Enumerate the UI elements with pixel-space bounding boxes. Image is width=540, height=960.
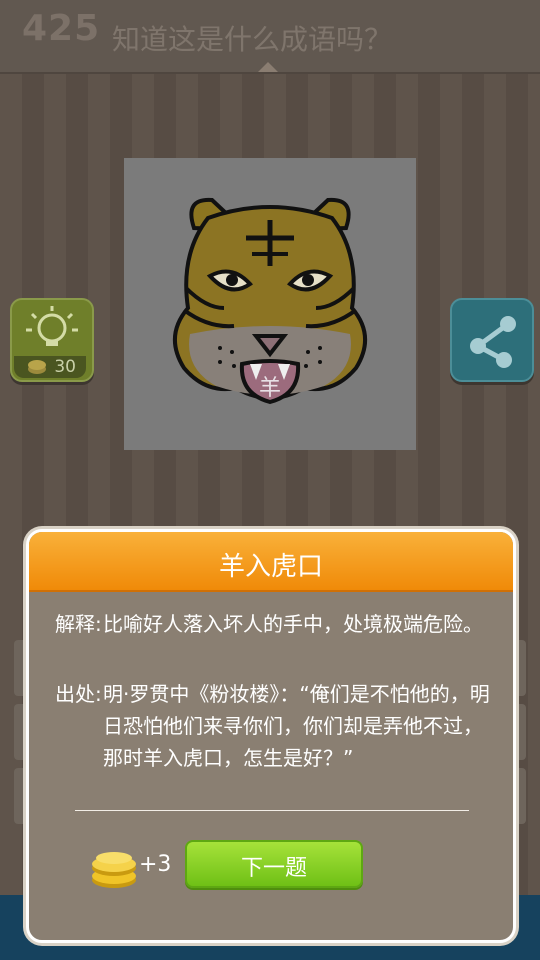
top-bar: 425 知道这是什么成语吗？ bbox=[0, 0, 540, 74]
coin-stack-icon bbox=[92, 852, 136, 888]
idiom-title: 羊入虎口 bbox=[218, 552, 323, 582]
dialog-header: 羊入虎口 bbox=[29, 532, 513, 592]
hint-cost-bar: 30 bbox=[14, 356, 86, 378]
explanation-text: 比喻好人落入坏人的手中，处境极端危险。 bbox=[103, 612, 483, 636]
puzzle-image: 羊 bbox=[124, 158, 416, 450]
share-icon bbox=[470, 316, 516, 368]
explanation-label: 解释: bbox=[55, 612, 102, 636]
next-question-button[interactable]: 下一题 bbox=[185, 840, 363, 888]
source-label: 出处: bbox=[55, 682, 102, 706]
notch-indicator bbox=[258, 62, 278, 72]
explanation-row: 解释: 比喻好人落入坏人的手中，处境极端危险。 bbox=[55, 608, 495, 672]
divider bbox=[75, 810, 469, 811]
question-text: 知道这是什么成语吗？ bbox=[112, 23, 393, 56]
next-question-label: 下一题 bbox=[240, 856, 307, 881]
share-button[interactable] bbox=[450, 298, 534, 382]
lightbulb-icon bbox=[26, 306, 78, 346]
tiger-face-icon: 羊 bbox=[172, 197, 368, 405]
hint-cost-value: 30 bbox=[54, 357, 76, 377]
coin-icon bbox=[28, 360, 46, 374]
hint-button[interactable]: 30 bbox=[10, 298, 94, 382]
source-row: 出处: 明·罗贯中《粉妆楼》：“俺们是不怕他的，明日恐怕他们来寻你们，你们却是弄… bbox=[55, 678, 495, 806]
source-text: 明·罗贯中《粉妆楼》：“俺们是不怕他的，明日恐怕他们来寻你们，你们却是弄他不过，… bbox=[103, 682, 490, 770]
answer-dialog: 羊入虎口 解释: 比喻好人落入坏人的手中，处境极端危险。 出处: 明·罗贯中《粉… bbox=[26, 529, 516, 943]
coin-reward: +3 bbox=[139, 852, 172, 877]
level-number: 425 bbox=[22, 8, 101, 49]
tiger-mouth-label: 羊 bbox=[259, 376, 281, 401]
